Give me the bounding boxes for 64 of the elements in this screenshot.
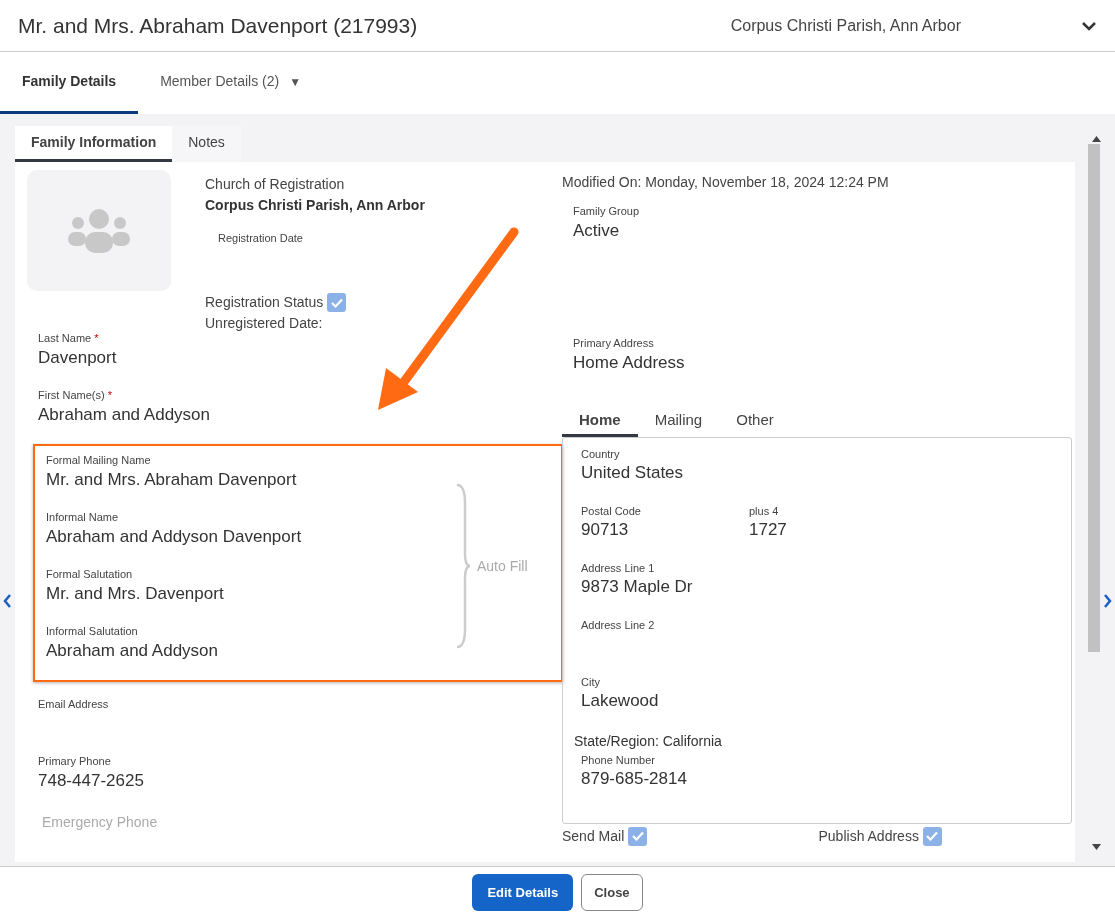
field-label: Postal Code <box>581 503 642 519</box>
field-value: United States <box>581 462 685 484</box>
field-value: Active <box>573 219 621 242</box>
field-value: Abraham and Addyson Davenport <box>46 525 303 548</box>
close-button[interactable]: Close <box>581 873 643 912</box>
field-value: Abraham and Addyson <box>38 403 211 426</box>
field-label: Last Name * <box>38 331 100 346</box>
dialog-title: Mr. and Mrs. Abraham Davenport (217993) <box>18 12 418 39</box>
field-label: Church of Registration <box>205 175 346 194</box>
parish-name: Corpus Christi Parish, Ann Arbor <box>730 15 961 36</box>
check-icon <box>330 297 343 308</box>
field-value: 90713 <box>581 519 630 541</box>
field-value: Lakewood <box>581 690 660 712</box>
address-text: State/Region: California <box>574 731 723 751</box>
field-value: Mr. and Mrs. Abraham Davenport <box>46 468 298 491</box>
field-value: 1727 <box>749 519 788 541</box>
edit-button[interactable]: Edit Details <box>472 873 574 912</box>
tab[interactable]: Member Details (2) ▼ <box>138 52 324 114</box>
field-value: Abraham and Addyson <box>46 639 219 662</box>
field-value: Mr. and Mrs. Davenport <box>46 582 225 605</box>
checkbox-label: Publish Address <box>818 826 919 846</box>
field-label: Phone Number <box>581 752 656 768</box>
field-label: Formal Mailing Name <box>46 453 152 468</box>
check-icon <box>926 831 939 841</box>
field-label: City <box>581 674 601 690</box>
chevron-left-icon[interactable] <box>3 594 12 608</box>
chevron-down-icon[interactable] <box>1081 20 1097 31</box>
field-value: 748-447-2625 <box>38 769 145 792</box>
checkbox[interactable] <box>922 826 942 846</box>
tab[interactable]: Mailing <box>637 407 720 437</box>
curly-brace-icon <box>455 483 471 649</box>
field-value: 9873 Maple Dr <box>581 576 694 598</box>
field-label: Address Line 2 <box>581 617 656 633</box>
field-label: Primary Address <box>573 336 655 351</box>
text-field[interactable]: Emergency Phone <box>42 812 223 833</box>
tab[interactable]: Home <box>562 407 638 437</box>
field-label: First Name(s) * <box>38 388 113 403</box>
field-label: Informal Name <box>46 510 120 525</box>
auto-fill-note: Auto Fill <box>477 556 528 576</box>
modified-on-text: Modified On: Monday, November 18, 2024 12:24 PM <box>562 173 890 192</box>
scrollbar-thumb[interactable] <box>1088 144 1100 652</box>
checkbox-label: Send Mail <box>562 826 625 846</box>
field-value: 879-685-2814 <box>581 768 688 790</box>
checkbox[interactable] <box>327 293 347 312</box>
field-label: Primary Phone <box>38 754 112 769</box>
field-value: Home Address <box>573 351 686 374</box>
field-value: Davenport <box>38 346 118 369</box>
field-label: Registration Date <box>218 231 304 246</box>
checkbox[interactable] <box>628 826 648 846</box>
field-label: Registration Status <box>205 293 324 312</box>
group-icon <box>67 208 131 253</box>
field-label: Address Line 1 <box>581 560 656 576</box>
field-label: Email Address <box>38 697 110 712</box>
field-label: Family Group <box>573 204 641 219</box>
field-label: Unregistered Date: <box>205 314 324 333</box>
field-value: Corpus Christi Parish, Ann Arbor <box>205 196 425 215</box>
check-icon <box>631 831 644 841</box>
field-label: plus 4 <box>749 503 780 519</box>
tab[interactable]: Other <box>719 407 791 437</box>
field-label: Formal Salutation <box>46 567 134 582</box>
chevron-right-icon[interactable] <box>1103 594 1112 608</box>
field-label: Informal Salutation <box>46 624 139 639</box>
tab[interactable]: Family Information <box>15 126 173 162</box>
field-label: Country <box>581 446 621 462</box>
